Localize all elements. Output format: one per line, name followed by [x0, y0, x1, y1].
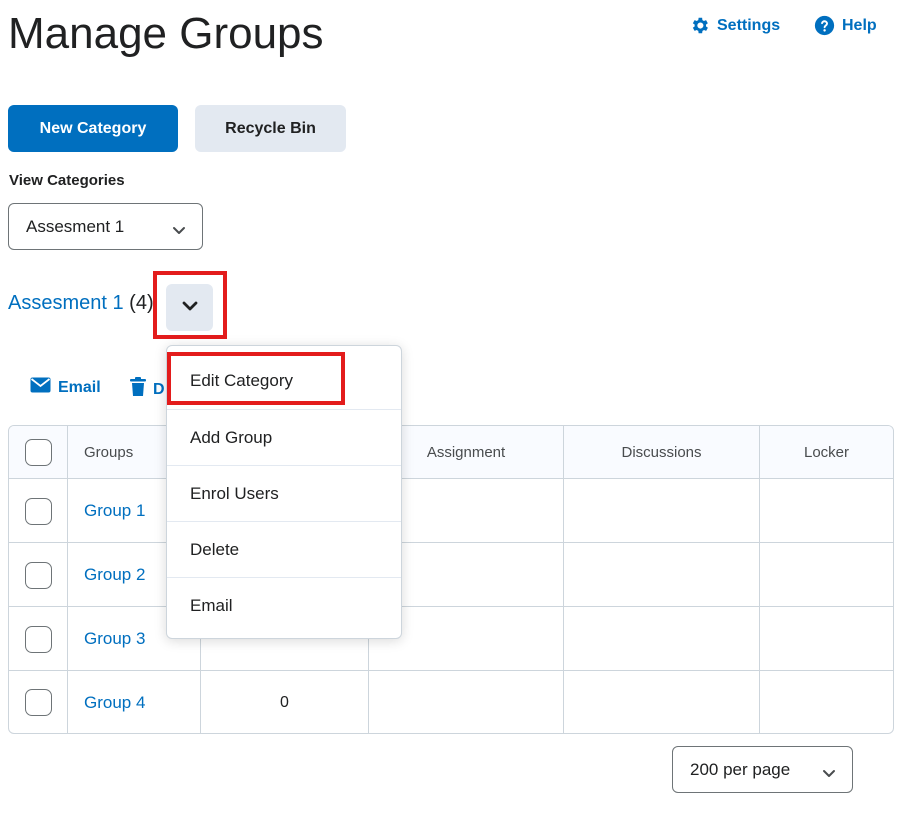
discussions-cell — [564, 543, 760, 607]
delete-action[interactable]: D — [130, 377, 165, 402]
locker-cell — [760, 607, 893, 671]
highlight-box — [153, 271, 227, 339]
header-checkbox-cell — [9, 426, 68, 478]
category-count: (4) — [129, 292, 154, 314]
email-action[interactable]: Email — [30, 377, 101, 398]
menu-item-email[interactable]: Email — [167, 577, 401, 633]
delete-action-label: D — [153, 380, 165, 398]
members-cell: 0 — [201, 671, 369, 733]
group-link[interactable]: Group 3 — [84, 629, 145, 649]
settings-label: Settings — [717, 16, 781, 34]
per-page-value: 200 per page — [690, 759, 791, 779]
groups-table: Groups Assignment Discussions Locker Gro… — [8, 425, 894, 734]
help-link[interactable]: Help — [814, 15, 877, 36]
table-row: Group 4 0 — [9, 670, 893, 733]
table-header-row: Groups Assignment Discussions Locker — [9, 426, 893, 478]
row-checkbox[interactable] — [24, 561, 52, 589]
settings-link[interactable]: Settings — [689, 15, 780, 36]
help-icon — [814, 15, 835, 36]
table-row: Group 2 — [9, 542, 893, 607]
category-heading: Assesment 1 (4) — [8, 292, 154, 315]
menu-item-add-group[interactable]: Add Group — [167, 409, 401, 465]
discussions-cell — [564, 607, 760, 671]
header-discussions: Discussions — [564, 426, 760, 478]
header-locker: Locker — [803, 443, 850, 461]
discussions-cell — [564, 671, 760, 733]
table-row: Group 3 — [9, 606, 893, 671]
gear-icon — [689, 15, 710, 36]
group-link[interactable]: Group 4 — [84, 693, 145, 713]
recycle-bin-button[interactable]: Recycle Bin — [195, 105, 346, 152]
row-checkbox[interactable] — [24, 625, 52, 653]
email-action-label: Email — [58, 378, 101, 396]
discussions-cell — [564, 479, 760, 543]
view-categories-value: Assesment 1 — [26, 216, 125, 236]
row-checkbox[interactable] — [24, 497, 52, 525]
select-all-checkbox[interactable] — [24, 438, 52, 466]
group-link[interactable]: Group 2 — [84, 565, 145, 585]
group-link[interactable]: Group 1 — [84, 501, 145, 521]
chevron-down-icon — [822, 764, 836, 784]
table-row: Group 1 — [9, 478, 893, 543]
locker-cell — [760, 671, 893, 733]
assignment-cell — [369, 671, 564, 733]
view-categories-select[interactable]: Assesment 1 — [8, 203, 203, 250]
category-link[interactable]: Assesment 1 — [8, 292, 124, 314]
help-label: Help — [842, 16, 877, 34]
row-checkbox[interactable] — [24, 689, 52, 716]
page-title: Manage Groups — [8, 9, 324, 58]
trash-icon — [130, 377, 146, 402]
menu-item-delete[interactable]: Delete — [167, 521, 401, 577]
chevron-down-icon — [172, 221, 186, 241]
view-categories-label: View Categories — [9, 172, 125, 189]
new-category-button[interactable]: New Category — [8, 105, 178, 152]
locker-cell — [760, 543, 893, 607]
highlight-box — [167, 352, 345, 405]
locker-cell — [760, 479, 893, 543]
menu-item-enrol-users[interactable]: Enrol Users — [167, 465, 401, 521]
per-page-select[interactable]: 200 per page — [672, 746, 853, 793]
envelope-icon — [30, 377, 51, 398]
